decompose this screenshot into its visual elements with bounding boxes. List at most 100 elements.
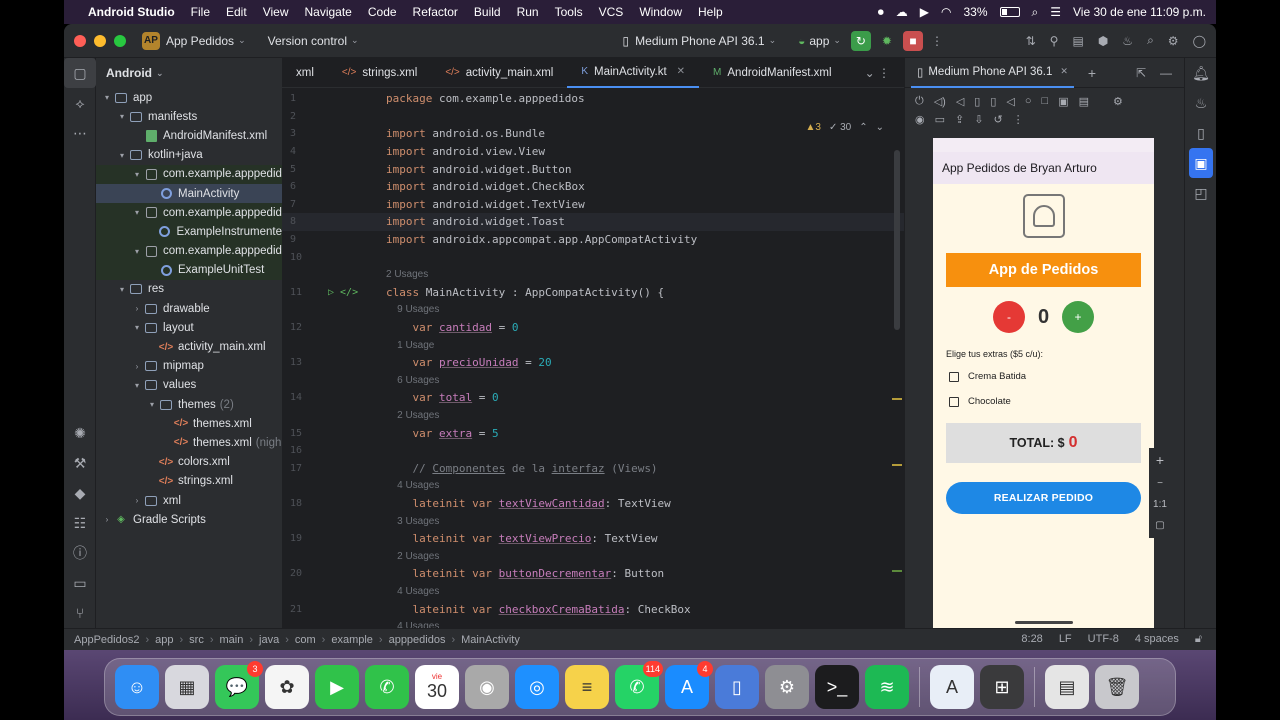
tab-androidmanifest-xml[interactable]: M AndroidManifest.xml — [699, 58, 846, 88]
open-external-icon[interactable]: ⇱ — [1136, 66, 1146, 80]
decrement-button[interactable]: - — [992, 301, 1025, 333]
caret-position[interactable]: 8:28 — [1021, 633, 1042, 646]
tree-item[interactable]: ▾ com.example.apppedid — [96, 241, 282, 261]
trash-icon[interactable]: 🗑 — [1095, 665, 1139, 709]
expand-arrow-icon[interactable]: ▾ — [130, 170, 144, 179]
menu-edit[interactable]: Edit — [226, 5, 247, 19]
tab-xml[interactable]: xml — [282, 58, 328, 88]
spotify-icon[interactable]: ≋ — [865, 665, 909, 709]
git-icon[interactable]: ⑂ — [64, 598, 96, 628]
gem-icon[interactable]: ◆ — [64, 478, 96, 508]
inspection-widget[interactable]: ▲3 ✓ 30 ⌃ ⌄ — [805, 122, 884, 133]
line-number[interactable]: 2 — [282, 111, 328, 122]
calendar-icon[interactable]: vie 30 — [415, 665, 459, 709]
breadcrumb-item[interactable]: src — [189, 634, 204, 646]
menu-vcs[interactable]: VCS — [599, 5, 624, 19]
volume-up-icon[interactable]: ◁) — [934, 95, 946, 108]
tree-item[interactable]: ▾ res — [96, 280, 282, 299]
terminal-icon[interactable]: ▭ — [64, 568, 96, 598]
breadcrumb-item[interactable]: app — [155, 634, 173, 646]
tabs-overflow-icon[interactable]: ⌄ ⋮ — [865, 66, 890, 80]
app-store-icon[interactable]: A4 — [665, 661, 713, 709]
expand-arrow-icon[interactable]: ▾ — [130, 381, 144, 390]
tree-item[interactable]: ▾ values — [96, 376, 282, 395]
line-number[interactable]: 12 — [282, 322, 328, 333]
tree-item[interactable]: </> activity_main.xml — [96, 337, 282, 356]
zoom-actual-size[interactable]: 1:1 — [1153, 499, 1167, 510]
version-control-selector[interactable]: Version control ⌄ — [268, 34, 359, 48]
menu-file[interactable]: File — [191, 5, 210, 19]
run-config-selector[interactable]: ◒ app ⌄ — [798, 34, 841, 48]
home-icon[interactable]: ○ — [1025, 95, 1032, 107]
problems-icon[interactable]: ⓘ — [64, 538, 96, 568]
menu-build[interactable]: Build — [474, 5, 501, 19]
device-tab[interactable]: ▯ Medium Phone API 36.1 ✕ — [911, 58, 1074, 88]
breadcrumb-item[interactable]: main — [220, 634, 244, 646]
mirror-icon[interactable]: ▤ — [1079, 95, 1089, 108]
lock-icon[interactable]: 🔓︎ — [1195, 633, 1202, 646]
checkbox-chocolate[interactable]: Chocolate — [949, 396, 1154, 407]
build-icon[interactable]: ⚒ — [64, 448, 96, 478]
tree-item[interactable]: › drawable — [96, 299, 282, 318]
add-device-icon[interactable]: + — [1088, 65, 1096, 81]
resource-manager-icon[interactable]: ⟡ — [64, 88, 96, 118]
app-header-banner[interactable]: App de Pedidos — [946, 253, 1141, 287]
android-studio-icon[interactable]: A — [930, 665, 974, 709]
checkbox-icon[interactable] — [949, 396, 959, 407]
tree-item[interactable]: MainActivity — [96, 183, 282, 204]
line-separator[interactable]: LF — [1059, 633, 1072, 646]
menu-refactor[interactable]: Refactor — [413, 5, 458, 19]
expand-arrow-icon[interactable]: ▾ — [115, 285, 129, 294]
reset-icon[interactable]: ↺ — [993, 113, 1002, 126]
menu-view[interactable]: View — [263, 5, 289, 19]
gradle-icon[interactable]: ♨ — [1122, 34, 1133, 48]
bug-icon[interactable]: ✺ — [64, 418, 96, 448]
sdk-icon[interactable]: ⬢ — [1098, 34, 1108, 48]
device-selector[interactable]: ▯ Medium Phone API 36.1 ⌄ — [623, 34, 777, 48]
rotate-right-icon[interactable]: ▯ — [990, 95, 996, 108]
menu-run[interactable]: Run — [517, 5, 539, 19]
search-icon[interactable]: ⌕ — [1147, 33, 1154, 48]
overview-icon[interactable]: □ — [1042, 95, 1049, 107]
editor-scrollbar[interactable] — [894, 150, 900, 330]
back-icon[interactable]: ◁ — [1006, 95, 1014, 108]
download-icon[interactable]: ⇩ — [974, 113, 983, 126]
line-number[interactable]: 16 — [282, 445, 328, 456]
emulator-screen[interactable]: App Pedidos de Bryan Arturo App de Pedid… — [933, 138, 1154, 628]
spotlight-icon[interactable]: ⌕ — [1032, 5, 1039, 20]
project-selector[interactable]: AP App Pedidos ⌄ — [142, 31, 246, 50]
device-manager-icon[interactable]: ▯ — [1185, 118, 1216, 148]
datetime[interactable]: Vie 30 de ene 11:09 p.m. — [1073, 5, 1206, 19]
safari-icon[interactable]: ◎ — [515, 665, 559, 709]
profiler-icon[interactable]: ⚲ — [1050, 34, 1059, 48]
tree-item[interactable]: ▾ manifests — [96, 107, 282, 126]
running-devices-icon[interactable]: ▣ — [1189, 148, 1213, 178]
minimize-window-button[interactable] — [94, 34, 106, 47]
change-marker[interactable] — [892, 570, 902, 572]
expand-arrow-icon[interactable]: › — [100, 515, 114, 524]
document-preview-icon[interactable]: ▤ — [1045, 665, 1089, 709]
line-number[interactable]: 1 — [282, 93, 328, 104]
zoom-out-icon[interactable]: − — [1157, 478, 1163, 489]
zoom-window-button[interactable] — [114, 34, 126, 47]
terminal-icon[interactable]: >_ — [815, 665, 859, 709]
menu-window[interactable]: Window — [639, 5, 682, 19]
close-icon[interactable]: ✕ — [677, 66, 685, 77]
warning-marker[interactable] — [892, 464, 902, 466]
breadcrumb-item[interactable]: com — [295, 634, 316, 646]
breadcrumb-item[interactable]: java — [259, 634, 279, 646]
messages-icon[interactable]: 💬 3 — [215, 661, 263, 709]
sync-icon[interactable]: ⇅ — [1026, 34, 1036, 48]
tree-item[interactable]: ExampleInstrumente — [96, 222, 282, 242]
volume-down-icon[interactable]: ◁ — [956, 95, 964, 108]
line-number[interactable]: 7 — [282, 199, 328, 210]
chevron-up-icon[interactable]: ⌃ — [859, 122, 867, 133]
close-window-button[interactable] — [74, 34, 86, 47]
finder-icon[interactable]: ☺ — [115, 665, 159, 709]
expand-arrow-icon[interactable]: ▾ — [145, 400, 159, 409]
snapshot-icon[interactable]: ▣ — [1058, 95, 1068, 108]
line-number[interactable]: 10 — [282, 252, 328, 263]
tree-item[interactable]: › ◈ Gradle Scripts — [96, 510, 282, 529]
indent-setting[interactable]: 4 spaces — [1135, 633, 1179, 646]
menu-tools[interactable]: Tools — [555, 5, 583, 19]
